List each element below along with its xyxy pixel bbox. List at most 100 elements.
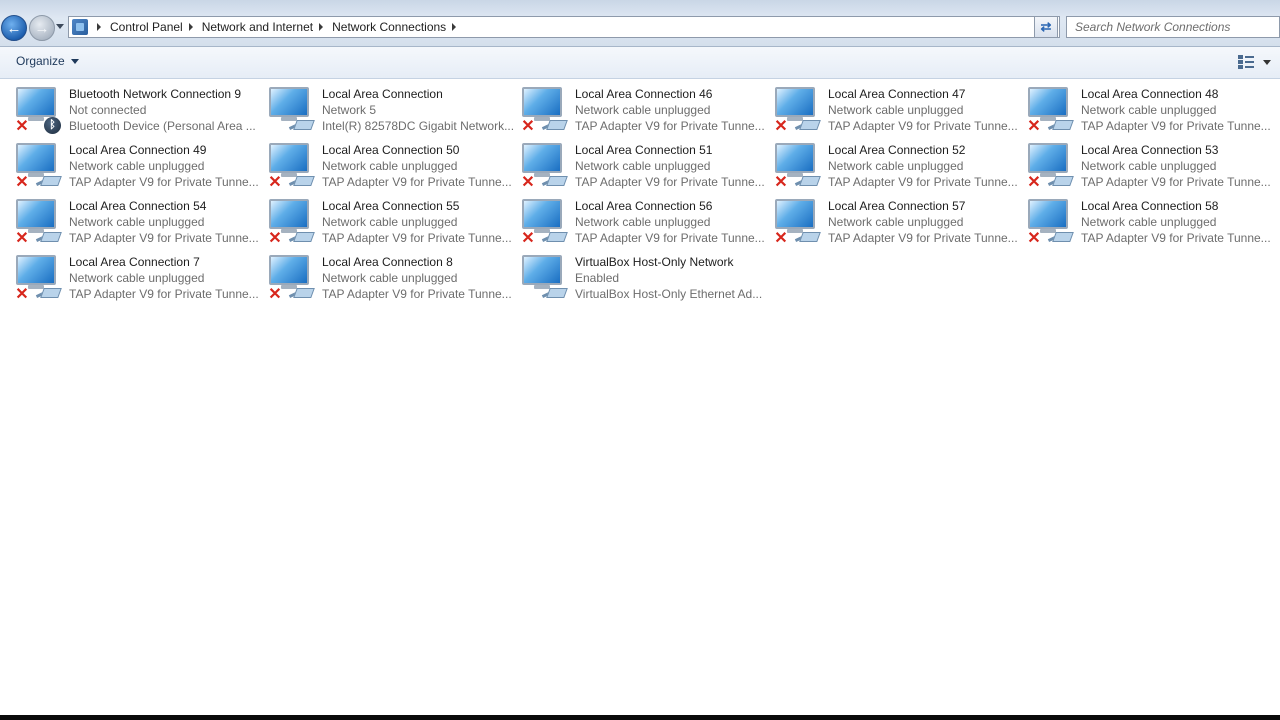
network-adapter-icon: ✕	[773, 85, 825, 135]
monitor-icon	[1028, 199, 1068, 229]
ethernet-cable-icon	[288, 285, 315, 299]
view-options-chevron-icon[interactable]	[1263, 60, 1271, 65]
connection-item[interactable]: ✕ Local Area Connection 52 Network cable…	[773, 141, 1026, 197]
connection-item[interactable]: Local Area Connection Network 5 Intel(R)…	[267, 85, 520, 141]
breadcrumb-network-connections[interactable]: Network Connections	[332, 20, 446, 34]
breadcrumb-chevron-icon[interactable]	[452, 23, 457, 31]
network-adapter-icon: ✕	[267, 253, 319, 303]
connection-name: VirtualBox Host-Only Network	[575, 255, 734, 269]
connection-item[interactable]: ᛒ ✕ Bluetooth Network Connection 9 Not co…	[14, 85, 267, 141]
breadcrumb-control-panel[interactable]: Control Panel	[110, 20, 183, 34]
connection-item[interactable]: ✕ Local Area Connection 57 Network cable…	[773, 197, 1026, 253]
ethernet-cable-icon	[794, 117, 821, 131]
ethernet-cable-icon	[288, 173, 315, 187]
monitor-icon	[1028, 87, 1068, 117]
monitor-icon	[522, 255, 562, 285]
ethernet-cable-icon	[794, 229, 821, 243]
change-view-icon[interactable]	[1238, 55, 1254, 69]
connections-view: ᛒ ✕ Bluetooth Network Connection 9 Not co…	[0, 79, 1280, 715]
connection-name: Local Area Connection 51	[575, 143, 713, 157]
search-input[interactable]	[1075, 20, 1265, 34]
ethernet-cable-icon	[35, 285, 62, 299]
connection-item[interactable]: ✕ Local Area Connection 53 Network cable…	[1026, 141, 1279, 197]
network-adapter-icon: ✕	[773, 197, 825, 247]
connection-item[interactable]: ✕ Local Area Connection 51 Network cable…	[520, 141, 773, 197]
recent-pages-chevron-icon[interactable]	[56, 24, 64, 29]
connection-item[interactable]: VirtualBox Host-Only Network Enabled Vir…	[520, 253, 773, 309]
connection-item[interactable]: ✕ Local Area Connection 50 Network cable…	[267, 141, 520, 197]
network-adapter-icon: ✕	[14, 141, 66, 191]
connection-item[interactable]: ✕ Local Area Connection 54 Network cable…	[14, 197, 267, 253]
connection-item[interactable]: ✕ Local Area Connection 48 Network cable…	[1026, 85, 1279, 141]
connection-status: Network cable unplugged	[828, 215, 964, 229]
network-adapter-icon: ✕	[1026, 197, 1078, 247]
monitor-icon	[775, 87, 815, 117]
back-arrow-icon[interactable]: ←	[1, 15, 27, 41]
connection-name: Local Area Connection 52	[828, 143, 966, 157]
connection-device: TAP Adapter V9 for Private Tunne...	[1081, 231, 1271, 245]
ethernet-cable-icon	[541, 173, 568, 187]
disconnected-x-icon: ✕	[521, 174, 535, 191]
network-adapter-icon: ✕	[14, 253, 66, 303]
disconnected-x-icon: ✕	[1027, 118, 1041, 135]
disconnected-x-icon: ✕	[15, 286, 29, 303]
breadcrumb-chevron-icon[interactable]	[319, 23, 324, 31]
forward-arrow-icon[interactable]: →	[29, 15, 55, 41]
connection-status: Network cable unplugged	[322, 215, 458, 229]
connection-item[interactable]: ✕ Local Area Connection 55 Network cable…	[267, 197, 520, 253]
connection-status: Network cable unplugged	[575, 103, 711, 117]
network-adapter-icon: ✕	[267, 197, 319, 247]
connection-item[interactable]: ✕ Local Area Connection 58 Network cable…	[1026, 197, 1279, 253]
monitor-icon	[1028, 143, 1068, 173]
monitor-icon	[522, 87, 562, 117]
connection-name: Local Area Connection 54	[69, 199, 207, 213]
breadcrumb-chevron-icon[interactable]	[97, 23, 101, 31]
connection-name: Local Area Connection 55	[322, 199, 460, 213]
connection-name: Local Area Connection 49	[69, 143, 207, 157]
network-adapter-icon	[520, 253, 572, 303]
connection-status: Network cable unplugged	[828, 103, 964, 117]
disconnected-x-icon: ✕	[521, 230, 535, 247]
connection-item[interactable]: ✕ Local Area Connection 56 Network cable…	[520, 197, 773, 253]
connection-item[interactable]: ✕ Local Area Connection 46 Network cable…	[520, 85, 773, 141]
connection-device: TAP Adapter V9 for Private Tunne...	[1081, 119, 1271, 133]
connection-name: Local Area Connection 46	[575, 87, 713, 101]
connection-name: Local Area Connection 58	[1081, 199, 1219, 213]
connection-item[interactable]: ✕ Local Area Connection 7 Network cable …	[14, 253, 267, 309]
disconnected-x-icon: ✕	[15, 174, 29, 191]
connection-status: Network cable unplugged	[575, 215, 711, 229]
monitor-icon	[775, 143, 815, 173]
ethernet-cable-icon	[794, 173, 821, 187]
ethernet-cable-icon	[1047, 173, 1074, 187]
network-adapter-icon: ✕	[1026, 85, 1078, 135]
disconnected-x-icon: ✕	[1027, 174, 1041, 191]
organize-label: Organize	[16, 54, 65, 68]
monitor-icon	[522, 199, 562, 229]
address-bar[interactable]: Control Panel Network and Internet Netwo…	[68, 16, 1060, 38]
network-adapter-icon: ✕	[520, 141, 572, 191]
ethernet-cable-icon	[35, 229, 62, 243]
disconnected-x-icon: ✕	[15, 230, 29, 247]
network-adapter-icon: ✕	[773, 141, 825, 191]
connection-name: Local Area Connection 53	[1081, 143, 1219, 157]
connection-item[interactable]: ✕ Local Area Connection 47 Network cable…	[773, 85, 1026, 141]
disconnected-x-icon: ✕	[268, 230, 282, 247]
organize-button[interactable]: Organize	[16, 54, 79, 68]
breadcrumb-network-and-internet[interactable]: Network and Internet	[202, 20, 313, 34]
control-panel-icon	[72, 19, 88, 35]
connection-name: Bluetooth Network Connection 9	[69, 87, 242, 101]
refresh-button[interactable]: ⇄	[1034, 16, 1058, 38]
connection-device: TAP Adapter V9 for Private Tunne...	[69, 231, 259, 245]
connection-status: Network 5	[322, 103, 377, 117]
breadcrumb: Control Panel Network and Internet Netwo…	[91, 17, 465, 37]
breadcrumb-chevron-icon[interactable]	[188, 23, 193, 31]
connection-device: TAP Adapter V9 for Private Tunne...	[828, 119, 1018, 133]
monitor-icon	[269, 255, 309, 285]
connection-name: Local Area Connection 8	[322, 255, 453, 269]
connection-item[interactable]: ✕ Local Area Connection 8 Network cable …	[267, 253, 520, 309]
search-box[interactable]	[1066, 16, 1280, 38]
connections-grid: ᛒ ✕ Bluetooth Network Connection 9 Not co…	[14, 85, 1279, 309]
address-bar-area: ← → Control Panel Network and Internet N…	[0, 0, 1280, 47]
connection-device: TAP Adapter V9 for Private Tunne...	[575, 231, 765, 245]
connection-item[interactable]: ✕ Local Area Connection 49 Network cable…	[14, 141, 267, 197]
